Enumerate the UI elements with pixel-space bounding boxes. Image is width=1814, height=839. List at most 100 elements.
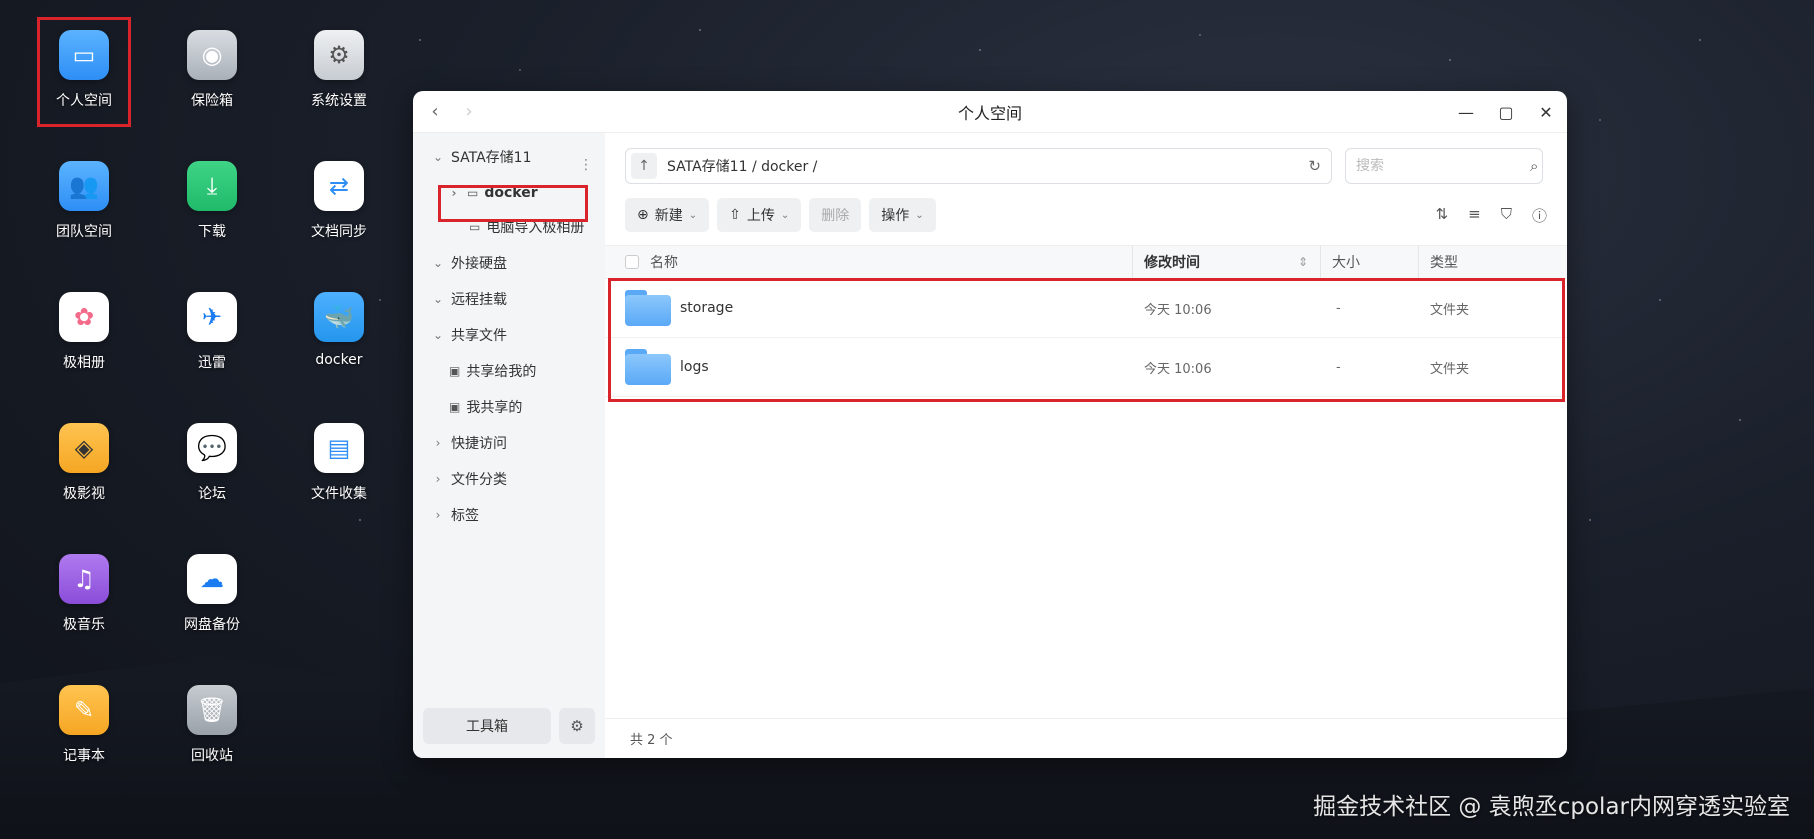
file-table: 名称 修改时间 ⇕ 大小 类型 storage 今天 10:06 - 文件夹 l… — [605, 245, 1567, 397]
sort-arrows-icon[interactable]: ⇕ — [1298, 246, 1308, 278]
tree-section-label: 文件分类 — [451, 472, 507, 488]
filter-icon[interactable]: ⛉ — [1501, 205, 1512, 226]
app-label: 下载 — [198, 224, 226, 240]
upload-button[interactable]: ⇧ 上传 ⌄ — [717, 198, 802, 232]
app-label: 回收站 — [191, 748, 233, 764]
more-icon[interactable]: ⋮ — [579, 157, 593, 173]
chevron-down-icon: ⌄ — [780, 209, 790, 221]
app-music[interactable]: ♫ 极音乐 — [29, 554, 139, 634]
info-icon[interactable]: ⓘ — [1532, 205, 1547, 226]
maximize-icon[interactable]: ▢ — [1495, 103, 1517, 122]
forward-icon[interactable]: › — [457, 101, 481, 122]
app-settings[interactable]: ⚙ 系统设置 — [284, 30, 394, 110]
app-label: 系统设置 — [311, 93, 367, 109]
col-type[interactable]: 类型 — [1430, 246, 1458, 278]
share-folder-icon: ▣ — [449, 364, 461, 378]
tree-section-tags[interactable]: › 标签 — [431, 501, 479, 529]
operate-button[interactable]: 操作 ⌄ — [869, 198, 936, 232]
tree-root[interactable]: ⌄ SATA存储11 — [431, 143, 532, 171]
chevron-down-icon: ⌄ — [432, 292, 444, 306]
app-personal-space[interactable]: ▭ 个人空间 — [29, 30, 139, 110]
app-docker[interactable]: 🐳 docker — [284, 292, 394, 368]
tree-section-label: 外接硬盘 — [451, 256, 507, 272]
app-label: 团队空间 — [56, 224, 112, 240]
folder-icon — [625, 349, 671, 385]
app-xunlei[interactable]: ✈ 迅雷 — [157, 292, 267, 372]
app-safe[interactable]: ◉ 保险箱 — [157, 30, 267, 110]
path-bar[interactable]: ↑ SATA存储11 / docker / ↻ — [625, 148, 1332, 184]
photos-icon: ✿ — [59, 292, 109, 342]
tree-item-shared-with-me[interactable]: ▣ 共享给我的 — [449, 357, 536, 385]
tree-item-label: 电脑导入极相册 — [486, 220, 585, 236]
window-title: 个人空间 — [957, 103, 1022, 123]
app-label: 极音乐 — [63, 617, 105, 633]
app-file-collect[interactable]: ▤ 文件收集 — [284, 423, 394, 503]
app-label: 个人空间 — [56, 93, 112, 109]
search-icon[interactable]: ⌕ — [1530, 157, 1538, 175]
chevron-right-icon: › — [435, 472, 441, 486]
app-team-space[interactable]: 👥 团队空间 — [29, 161, 139, 241]
folder-icon: ▭ — [469, 220, 481, 234]
app-forum[interactable]: 💬 论坛 — [157, 423, 267, 503]
tree-item-my-shares[interactable]: ▣ 我共享的 — [449, 393, 522, 421]
folder-icon: ▭ — [467, 186, 479, 200]
path-text: SATA存储11 / docker / — [667, 159, 818, 175]
delete-button[interactable]: 删除 — [809, 198, 862, 232]
sync-icon: ⇄ — [314, 161, 364, 211]
table-row[interactable]: storage 今天 10:06 - 文件夹 — [605, 279, 1567, 338]
app-photos[interactable]: ✿ 极相册 — [29, 292, 139, 372]
select-all-checkbox[interactable] — [625, 246, 639, 278]
chevron-right-icon: › — [451, 186, 457, 200]
refresh-icon[interactable]: ↻ — [1308, 157, 1321, 175]
col-size[interactable]: 大小 — [1332, 246, 1360, 278]
app-label: 文档同步 — [311, 224, 367, 240]
row-size: - — [1336, 300, 1341, 316]
tree-item-label: 我共享的 — [466, 400, 523, 416]
back-icon[interactable]: ‹ — [423, 101, 447, 122]
minimize-icon[interactable]: — — [1455, 103, 1477, 122]
row-modified: 今天 10:06 — [1144, 361, 1212, 377]
tree-section-shared[interactable]: ⌄ 共享文件 — [431, 321, 507, 349]
table-row[interactable]: logs 今天 10:06 - 文件夹 — [605, 338, 1567, 397]
watermark-text: 掘金技术社区 @ 袁煦丞cpolar内网穿透实验室 — [1313, 794, 1790, 820]
upload-icon: ⇧ — [729, 207, 741, 223]
xunlei-icon: ✈ — [187, 292, 237, 342]
tree-section-categories[interactable]: › 文件分类 — [431, 465, 507, 493]
col-name[interactable]: 名称 — [650, 246, 678, 278]
tree-item-photo-import[interactable]: ▭ 电脑导入极相册 — [469, 213, 584, 241]
tree-item-docker[interactable]: › ▭ docker — [447, 179, 538, 207]
tree-section-remote[interactable]: ⌄ 远程挂载 — [431, 285, 507, 313]
row-name: logs — [680, 359, 709, 375]
row-type: 文件夹 — [1430, 302, 1470, 318]
sort-icon[interactable]: ⇅ — [1436, 205, 1449, 226]
title-bar: ‹ › 个人空间 — ▢ ✕ — [413, 91, 1567, 133]
app-label: 极相册 — [63, 355, 105, 371]
app-label: 迅雷 — [198, 355, 226, 371]
list-view-icon[interactable]: ≡ — [1468, 205, 1481, 226]
plus-icon: ⊕ — [637, 207, 649, 223]
gear-icon[interactable]: ⚙ — [559, 708, 595, 744]
search-box[interactable]: ⌕ — [1345, 148, 1543, 184]
close-icon[interactable]: ✕ — [1535, 103, 1557, 122]
search-input[interactable] — [1356, 158, 1530, 174]
app-video[interactable]: ◈ 极影视 — [29, 423, 139, 503]
tree-section-external[interactable]: ⌄ 外接硬盘 — [431, 249, 507, 277]
new-button[interactable]: ⊕ 新建 ⌄ — [625, 198, 710, 232]
tree-section-quick-access[interactable]: › 快捷访问 — [431, 429, 507, 457]
tree-section-label: 共享文件 — [451, 328, 507, 344]
toolbox-button[interactable]: 工具箱 — [423, 708, 551, 744]
app-label: 论坛 — [198, 486, 226, 502]
app-cloud-backup[interactable]: ☁ 网盘备份 — [157, 554, 267, 634]
table-header: 名称 修改时间 ⇕ 大小 类型 — [605, 245, 1567, 279]
app-trash[interactable]: 🗑 回收站 — [157, 685, 267, 765]
status-bar: 共 2 个 — [605, 718, 1567, 758]
file-manager-window: ‹ › 个人空间 — ▢ ✕ ⌄ SATA存储11 ⋮ › ▭ docker ▭… — [413, 91, 1567, 758]
app-label: 记事本 — [63, 748, 105, 764]
notepad-icon: ✎ — [59, 685, 109, 735]
share-folder-icon: ▣ — [449, 400, 461, 414]
app-notepad[interactable]: ✎ 记事本 — [29, 685, 139, 765]
up-arrow-icon[interactable]: ↑ — [631, 153, 657, 179]
app-download[interactable]: ⤓ 下载 — [157, 161, 267, 241]
col-modified[interactable]: 修改时间 — [1144, 246, 1200, 278]
app-doc-sync[interactable]: ⇄ 文档同步 — [284, 161, 394, 241]
